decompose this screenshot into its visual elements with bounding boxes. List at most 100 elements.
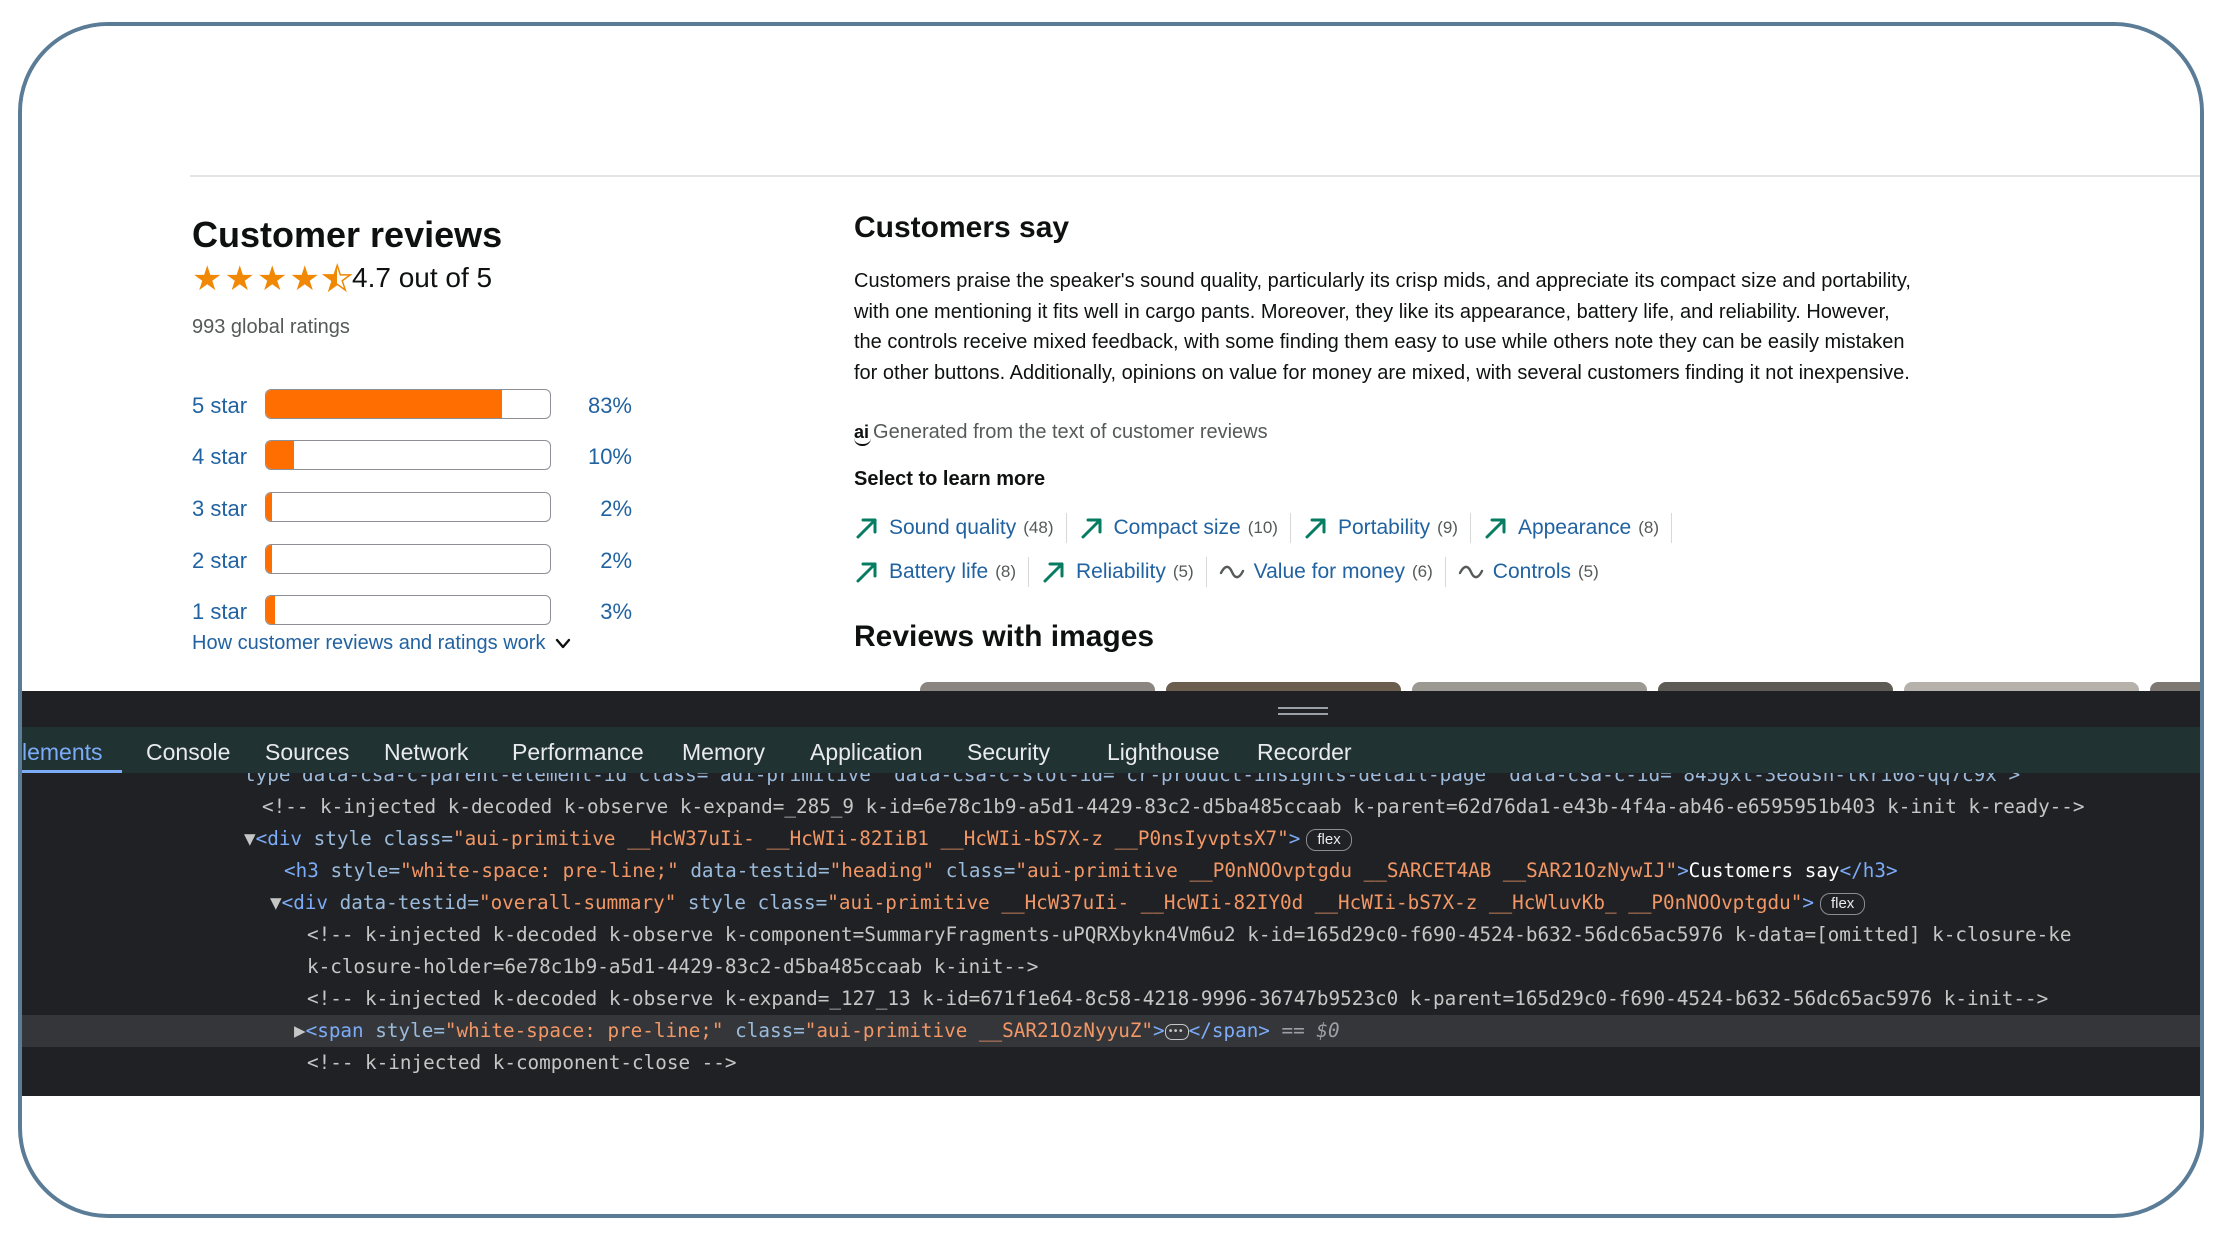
aspect-chip-label[interactable]: Portability bbox=[1338, 516, 1430, 540]
rating-row-label[interactable]: 5 star bbox=[192, 393, 247, 419]
dom-attr-value: "aui-primitive __HcW37uIi- __HcWIi-82IiB… bbox=[452, 827, 1289, 850]
tab-memory[interactable]: Memory bbox=[682, 739, 765, 766]
star-full-icon: ★ bbox=[224, 260, 255, 298]
customers-say-summary: Customers praise the speaker's sound qua… bbox=[854, 270, 1911, 384]
dom-attr: data-testid bbox=[339, 891, 468, 914]
tab-application[interactable]: Application bbox=[810, 739, 923, 766]
trend-up-icon bbox=[856, 562, 877, 583]
how-reviews-work-label[interactable]: How customer reviews and ratings work bbox=[192, 632, 545, 655]
rating-row-label[interactable]: 1 star bbox=[192, 599, 247, 625]
aspect-chip-battery-life[interactable]: Battery life (8) bbox=[854, 557, 1029, 587]
dom-comment-text: <!-- k-injected k-decoded k-observe k-ex… bbox=[262, 795, 2085, 818]
aspect-chip-label[interactable]: Battery life bbox=[889, 560, 988, 584]
aspect-chip-label[interactable]: Appearance bbox=[1518, 516, 1631, 540]
rating-bar bbox=[265, 595, 551, 625]
how-reviews-work-link[interactable]: How customer reviews and ratings work bbox=[192, 632, 571, 655]
dom-attr-value: "overall-summary" bbox=[478, 891, 677, 914]
tab-lighthouse[interactable]: Lighthouse bbox=[1107, 739, 1220, 766]
dom-line[interactable]: ▼<div style class="aui-primitive __HcW37… bbox=[22, 823, 2200, 855]
rating-row-label[interactable]: 3 star bbox=[192, 496, 247, 522]
aspect-chip-label[interactable]: Sound quality bbox=[889, 516, 1016, 540]
flex-badge[interactable]: flex bbox=[1306, 828, 1352, 851]
ai-generated-text: Generated from the text of customer revi… bbox=[873, 421, 1268, 443]
aspect-chip-controls[interactable]: Controls (5) bbox=[1458, 557, 1611, 587]
star-full-icon: ★ bbox=[256, 260, 288, 298]
aspect-chip-appearance[interactable]: Appearance (8) bbox=[1483, 513, 1672, 543]
devtools-panel: lements Console Sources Network Performa… bbox=[22, 691, 2200, 1096]
dom-comment-text: <!-- k-injected k-decoded k-observe k-ex… bbox=[307, 987, 2049, 1010]
dom-line-text: type data-csa-c-parent-element-id class=… bbox=[244, 773, 2021, 786]
rating-row-percent[interactable]: 10% bbox=[588, 444, 632, 470]
aspect-chip-count: (6) bbox=[1412, 562, 1433, 581]
rating-row-percent[interactable]: 83% bbox=[588, 393, 632, 419]
expand-triangle-icon[interactable]: ▶ bbox=[294, 1019, 306, 1042]
dom-line[interactable]: ▼<div data-testid="overall-summary" styl… bbox=[22, 887, 2200, 919]
star-full-icon: ★ bbox=[192, 260, 223, 298]
tab-security[interactable]: Security bbox=[967, 739, 1050, 766]
rating-row-4[interactable]: 4 star 10% bbox=[192, 440, 632, 474]
rating-row-label[interactable]: 2 star bbox=[192, 548, 247, 574]
dom-comment-line[interactable]: <!-- k-injected k-component-close --> bbox=[22, 1047, 2200, 1079]
dom-line[interactable]: <h3 style="white-space: pre-line;" data-… bbox=[22, 855, 2200, 887]
aspect-chip-portability[interactable]: Portability (9) bbox=[1303, 513, 1471, 543]
tab-recorder[interactable]: Recorder bbox=[1257, 739, 1352, 766]
aspect-chip-value-for-money[interactable]: Value for money (6) bbox=[1219, 557, 1446, 587]
customer-reviews-title: Customer reviews bbox=[192, 214, 503, 255]
aspect-chip-sound-quality[interactable]: Sound quality (48) bbox=[854, 513, 1067, 543]
trend-up-icon bbox=[1485, 518, 1506, 539]
rating-row-percent[interactable]: 2% bbox=[600, 496, 632, 522]
dom-attr-value: "white-space: pre-line;" bbox=[444, 1019, 724, 1042]
devtools-resize-handle[interactable] bbox=[1278, 707, 1328, 709]
customers-say-title: Customers say bbox=[854, 211, 1070, 244]
rating-row-3[interactable]: 3 star 2% bbox=[192, 492, 632, 526]
dom-attr: class bbox=[757, 891, 816, 914]
average-rating-text: 4.7 out of 5 bbox=[352, 262, 493, 293]
dom-tag: h3 bbox=[295, 859, 319, 882]
rating-row-1[interactable]: 1 star 3% bbox=[192, 595, 632, 629]
rating-row-label[interactable]: 4 star bbox=[192, 444, 247, 470]
flex-badge[interactable]: flex bbox=[1819, 892, 1866, 915]
rating-row-5[interactable]: 5 star 83% bbox=[192, 389, 632, 423]
rating-row-percent[interactable]: 3% bbox=[600, 599, 632, 625]
tab-sources[interactable]: Sources bbox=[265, 739, 349, 766]
dom-comment-line[interactable]: <!-- k-injected k-decoded k-observe k-ex… bbox=[22, 983, 2200, 1015]
dom-comment-line[interactable]: <!-- k-injected k-decoded k-observe k-co… bbox=[22, 919, 2200, 951]
expand-triangle-icon[interactable]: ▼ bbox=[270, 891, 282, 914]
tab-elements[interactable]: lements bbox=[22, 739, 103, 766]
dom-comment-line[interactable]: <!-- k-injected k-decoded k-observe k-ex… bbox=[22, 791, 2200, 823]
aspect-chip-label[interactable]: Compact size bbox=[1114, 516, 1241, 540]
tab-console[interactable]: Console bbox=[146, 739, 230, 766]
product-page: Customer reviews ★ ★ ★ ★ ★ 4.7 out of 5 … bbox=[22, 26, 2200, 692]
reviews-with-images-title: Reviews with images bbox=[854, 620, 1155, 653]
tab-network[interactable]: Network bbox=[384, 739, 468, 766]
section-divider bbox=[190, 175, 2200, 177]
dom-comment-text: <!-- k-injected k-decoded k-observe k-co… bbox=[307, 923, 2072, 946]
dom-tag: span bbox=[317, 1019, 364, 1042]
dom-comment-line[interactable]: k-closure-holder=6e78c1b9-a5d1-4429-83c2… bbox=[22, 951, 2200, 983]
rating-row-percent[interactable]: 2% bbox=[600, 548, 632, 574]
aspect-chip-label[interactable]: Value for money bbox=[1254, 560, 1405, 584]
tab-performance[interactable]: Performance bbox=[512, 739, 644, 766]
rating-row-2[interactable]: 2 star 2% bbox=[192, 544, 632, 578]
aspect-chip-label[interactable]: Reliability bbox=[1076, 560, 1166, 584]
global-ratings-count: 993 global ratings bbox=[192, 316, 350, 338]
aspect-chip-compact-size[interactable]: Compact size (10) bbox=[1079, 513, 1291, 543]
dom-attr: data-testid bbox=[690, 859, 819, 882]
dom-attr-value: "aui-primitive __P0nNOOvptgdu __SARCET4A… bbox=[1015, 859, 1678, 882]
aspect-chips-row: Battery life (8) Reliability (5) Value for… bbox=[854, 557, 1954, 587]
aspect-chip-label[interactable]: Controls bbox=[1493, 560, 1571, 584]
rating-bar bbox=[265, 389, 551, 419]
expand-triangle-icon[interactable]: ▼ bbox=[244, 827, 256, 850]
rating-bar-fill bbox=[266, 441, 295, 469]
dom-attr-value: "aui-primitive __SAR21OzNyyuZ" bbox=[804, 1019, 1154, 1042]
aspect-chip-reliability[interactable]: Reliability (5) bbox=[1041, 557, 1207, 587]
ellipsis-icon[interactable] bbox=[1164, 1016, 1189, 1048]
aspect-chip-count: (9) bbox=[1437, 518, 1458, 537]
rating-bar bbox=[265, 492, 551, 522]
dom-line[interactable]: type data-csa-c-parent-element-id class=… bbox=[22, 773, 2200, 791]
dom-attr: class bbox=[945, 859, 1004, 882]
dom-selected-line[interactable]: ▶<span style="white-space: pre-line;" cl… bbox=[22, 1015, 2200, 1048]
trend-up-icon bbox=[1043, 562, 1064, 583]
dom-attr: style bbox=[330, 859, 389, 882]
rating-bar bbox=[265, 544, 551, 574]
